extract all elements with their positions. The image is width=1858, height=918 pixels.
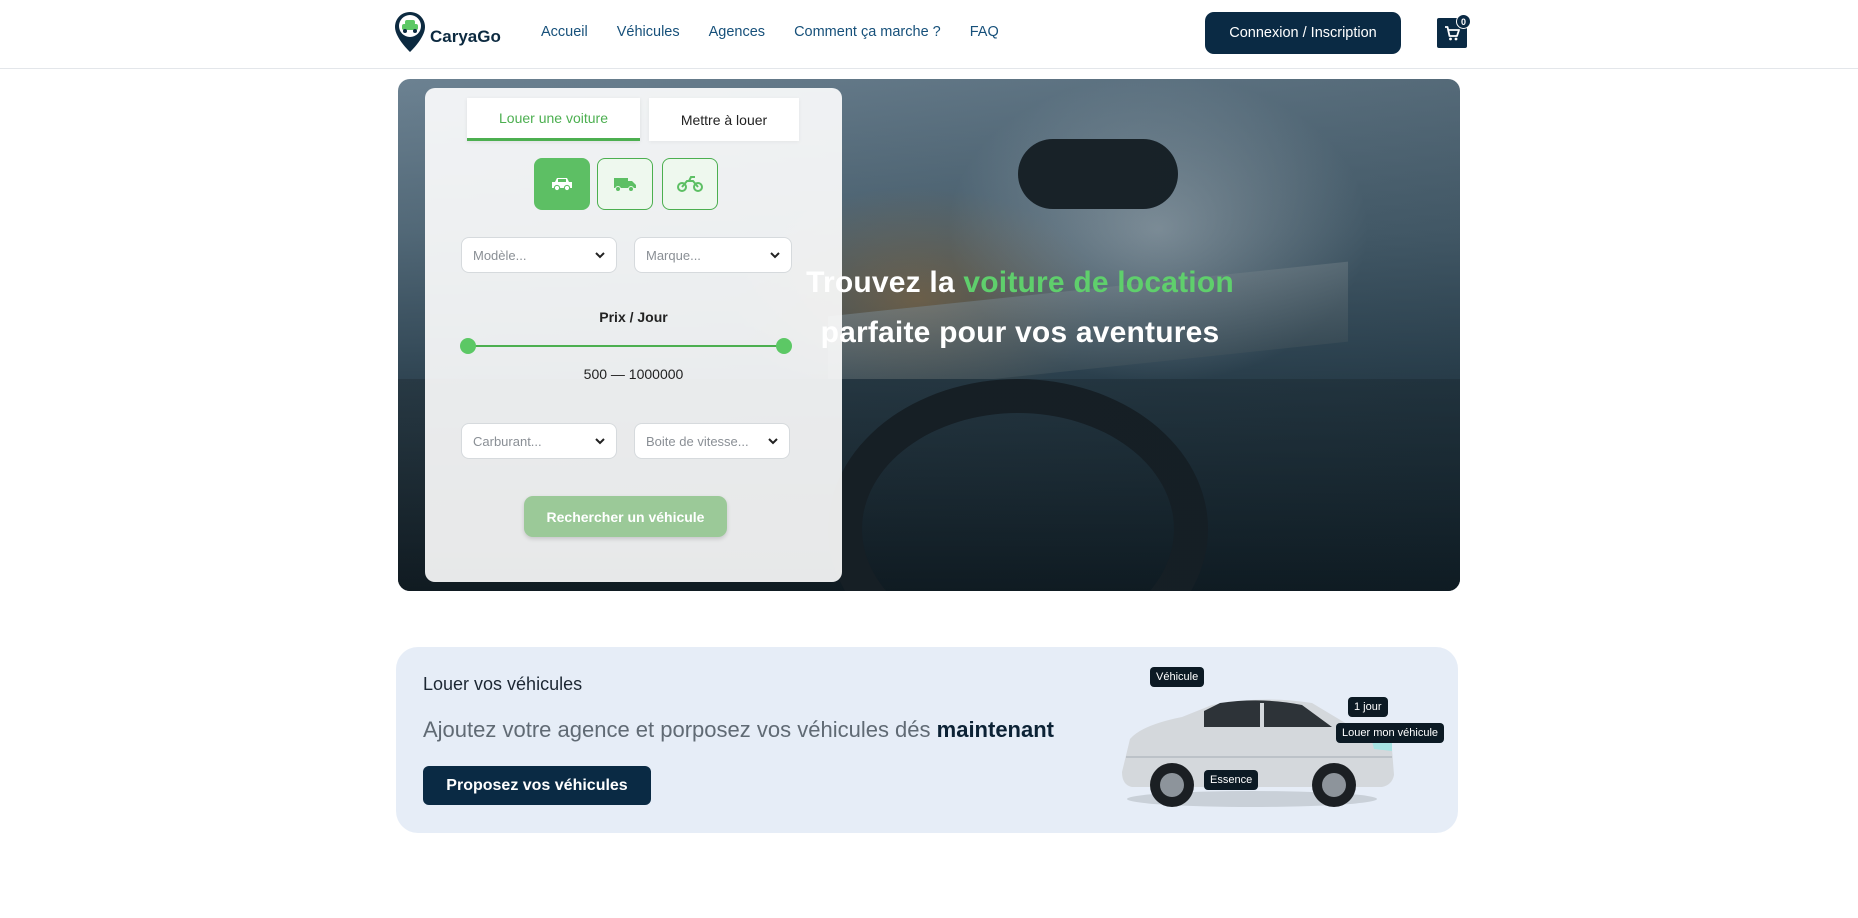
vehicle-type-car[interactable] bbox=[534, 158, 590, 210]
price-slider-track[interactable] bbox=[468, 345, 784, 347]
vehicle-type-truck[interactable] bbox=[597, 158, 653, 210]
brand-select[interactable]: Marque... bbox=[634, 237, 792, 273]
gearbox-select-placeholder: Boite de vitesse... bbox=[646, 433, 749, 449]
model-select[interactable]: Modèle... bbox=[461, 237, 617, 273]
fuel-select[interactable]: Carburant... bbox=[461, 423, 617, 459]
car-icon bbox=[552, 178, 572, 192]
cart-count-badge: 0 bbox=[1456, 14, 1471, 29]
promo-car-illustration: Véhicule 1 jour Louer mon véhicule Essen… bbox=[1112, 667, 1445, 827]
promo-text-bold: maintenant bbox=[936, 717, 1054, 742]
cart-icon bbox=[1445, 25, 1460, 40]
tag-essence: Essence bbox=[1204, 770, 1259, 790]
propose-vehicles-button[interactable]: Proposez vos véhicules bbox=[423, 766, 651, 805]
fuel-select-placeholder: Carburant... bbox=[473, 433, 542, 449]
promo-text-main: Ajoutez votre agence et porposez vos véh… bbox=[423, 717, 937, 742]
promo-subtitle: Louer vos véhicules bbox=[423, 674, 583, 694]
logo[interactable]: CaryaGo bbox=[393, 10, 501, 54]
vehicle-type-motorcycle[interactable] bbox=[662, 158, 718, 210]
promo-banner: Louer vos véhicules Ajoutez votre agence… bbox=[396, 647, 1458, 833]
truck-icon bbox=[614, 178, 636, 192]
brand-select-placeholder: Marque... bbox=[646, 247, 701, 263]
hero-title: Trouvez la voiture de location parfaite … bbox=[780, 258, 1260, 358]
promo-text: Ajoutez votre agence et porposez vos véh… bbox=[423, 717, 1054, 743]
price-slider-min-handle[interactable] bbox=[460, 338, 476, 354]
search-card: Louer une voiture Mettre à louer Modèle.… bbox=[425, 88, 842, 582]
price-slider-max-handle[interactable] bbox=[776, 338, 792, 354]
tag-vehicule: Véhicule bbox=[1150, 667, 1205, 687]
price-range-value: 500 — 1000000 bbox=[583, 366, 684, 382]
nav-faq[interactable]: FAQ bbox=[970, 24, 999, 40]
nav-comment-ca-marche[interactable]: Comment ça marche ? bbox=[794, 24, 941, 40]
hero-title-highlight: voiture de location bbox=[963, 266, 1234, 299]
chevron-down-icon bbox=[595, 438, 605, 445]
main-nav: Accueil Véhicules Agences Comment ça mar… bbox=[541, 24, 1028, 40]
price-per-day-label: Prix / Jour bbox=[599, 309, 668, 325]
hero-title-part2: parfaite pour vos aventures bbox=[820, 316, 1220, 349]
tab-mettre-a-louer[interactable]: Mettre à louer bbox=[649, 98, 799, 141]
login-signup-button[interactable]: Connexion / Inscription bbox=[1205, 12, 1401, 54]
tab-louer-voiture[interactable]: Louer une voiture bbox=[467, 98, 640, 141]
nav-vehicules[interactable]: Véhicules bbox=[617, 24, 680, 40]
logo-text: CaryaGo bbox=[430, 27, 501, 46]
site-header: CaryaGo Accueil Véhicules Agences Commen… bbox=[0, 0, 1858, 69]
search-vehicle-button[interactable]: Rechercher un véhicule bbox=[524, 496, 727, 537]
nav-agences[interactable]: Agences bbox=[709, 24, 765, 40]
chevron-down-icon bbox=[595, 252, 605, 259]
nav-accueil[interactable]: Accueil bbox=[541, 24, 588, 40]
tag-1-jour: 1 jour bbox=[1348, 697, 1388, 717]
chevron-down-icon bbox=[768, 438, 778, 445]
motorcycle-icon bbox=[677, 176, 703, 192]
location-pin-car-icon bbox=[395, 12, 425, 52]
tag-louer-mon-vehicule: Louer mon véhicule bbox=[1336, 723, 1445, 743]
chevron-down-icon bbox=[770, 252, 780, 259]
model-select-placeholder: Modèle... bbox=[473, 247, 527, 263]
gearbox-select[interactable]: Boite de vitesse... bbox=[634, 423, 790, 459]
